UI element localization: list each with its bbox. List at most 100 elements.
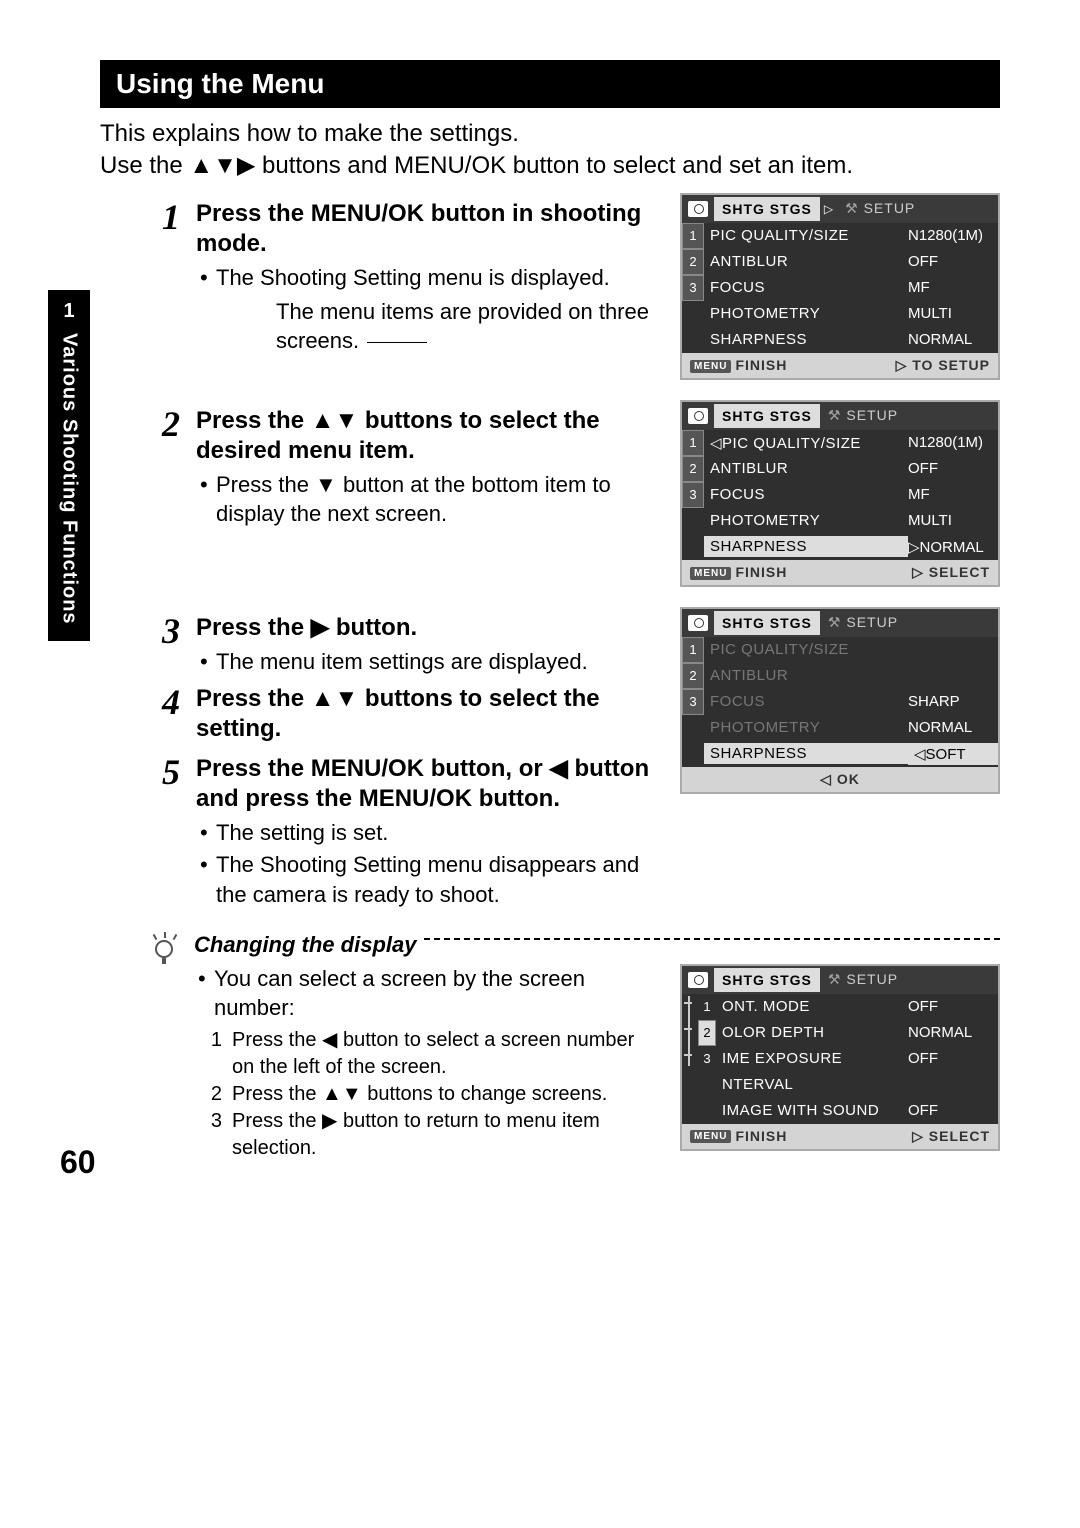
lcd-row-label: SHARPNESS [704,743,908,764]
lcd-row-value: MF [908,279,998,296]
lcd-menu-row: 1PIC QUALITY/SIZEN1280(1M) [682,223,998,249]
step-3-bullet: The menu item settings are displayed. [196,647,660,677]
lcd-row-index: 1 [682,637,704,663]
chapter-label: Various Shooting Functions [58,333,81,625]
lcd-menu-row: 3FOCUS [682,689,908,715]
up-down-icon: ▲▼ [311,407,359,434]
lcd-menu-row: SHARPNESSNORMAL [682,327,998,353]
tip-bullet: You can select a screen by the screen nu… [194,964,660,1023]
lcd-row-value: OFF [908,253,998,270]
lcd-tab-setup: ⚒ SETUP [837,196,923,221]
lcd-row-value: ▷NORMAL [908,538,998,556]
lcd-row-index [682,508,704,534]
lcd-row-value: MULTI [908,512,998,529]
tip-sub-1: 1Press the ◀ button to select a screen n… [194,1027,660,1081]
screen-number-bracket [682,994,696,1068]
lcd-tab-setup: ⚒ SETUP [820,967,906,992]
lcd-menu-row: 2ANTIBLUR [682,663,908,689]
step-4: 4 Press the ▲▼ buttons to select the set… [150,684,660,748]
lcd-menu-row: IME EXPOSUREOFF [716,1046,998,1072]
lcd-row-label: PHOTOMETRY [704,512,908,529]
intro-text: This explains how to make the settings. … [100,118,1000,183]
lcd-row-value: NORMAL [908,331,998,348]
lcd-row-index: 1 [682,223,704,249]
lcd-row-label: PHOTOMETRY [704,305,908,322]
lcd-row-value: MF [908,486,998,503]
menu-badge: MENU [690,360,731,373]
lcd-row-value: MULTI [908,305,998,322]
lcd-tab-active: SHTG STGS [714,197,820,221]
lcd-row-label: IME EXPOSURE [716,1050,908,1067]
lcd-select: ▷ SELECT [912,1128,990,1145]
lcd-menu-row: OLOR DEPTHNORMAL [716,1020,998,1046]
lcd-option-value: SHARP [908,693,998,710]
lcd-menu-row: NTERVAL [716,1072,998,1098]
lcd-tab-setup: ⚒ SETUP [820,403,906,428]
lcd-row-index: 3 [682,689,704,715]
menu-badge: MENU [690,567,731,580]
lcd-menu-row: PHOTOMETRY [682,715,908,741]
lcd-option-value: ◁SOFT [908,743,998,765]
lcd-row-index: 3 [682,482,704,508]
step-5-bullet-1: The setting is set. [196,818,660,848]
lcd-screen-number: 2 [698,1020,716,1046]
tip-sub-3: 3Press the ▶ button to return to menu it… [194,1108,660,1162]
step-4-title: Press the ▲▼ buttons to select the setti… [196,684,660,744]
chapter-side-tab: 1 Various Shooting Functions [48,290,90,641]
step-1-bullet: The Shooting Setting menu is displayed. [196,263,660,293]
lcd-menu-row: ONT. MODEOFF [716,994,998,1020]
lcd-screenshot-1: SHTG STGS ▷ ⚒ SETUP 1PIC QUALITY/SIZEN12… [680,193,1000,380]
step-5-title: Press the MENU/OK button, or ◀ button an… [196,754,660,814]
step-1: 1 Press the MENU/OK button in shooting m… [150,199,660,356]
lcd-footer: MENUFINISH ▷ SELECT [682,1124,998,1149]
lcd-row-index [682,301,704,327]
lcd-row-label: SHARPNESS [704,536,908,557]
lcd-row-index [682,327,704,353]
lcd-menu-row: IMAGE WITH SOUNDOFF [716,1098,998,1124]
step-2: 2 Press the ▲▼ buttons to select the des… [150,406,660,531]
tip-heading: Changing the display [194,932,1000,958]
lcd-tab-active: SHTG STGS [714,611,820,635]
step-5: 5 Press the MENU/OK button, or ◀ button … [150,754,660,911]
lcd-option-row: SHARP [908,689,998,715]
step-1-caption: The menu items are provided on three scr… [276,298,660,355]
lcd-tab-setup: ⚒ SETUP [820,610,906,635]
lcd-row-index: 1 [682,430,704,456]
step-5-bullet-2: The Shooting Setting menu disappears and… [196,850,660,909]
step-number: 1 [150,199,180,356]
right-icon: ▶ [311,614,329,641]
lcd-row-index: 3 [682,275,704,301]
lcd-row-label: NTERVAL [716,1076,908,1093]
lcd-row-label: FOCUS [704,693,908,710]
lcd-row-label: FOCUS [704,486,908,503]
lcd-menu-row: 1PIC QUALITY/SIZE [682,637,908,663]
lcd-select: ▷ SELECT [912,564,990,581]
camera-icon [688,972,708,988]
lcd-row-label: PIC QUALITY/SIZE [704,227,908,244]
step-number: 5 [150,754,180,911]
lcd-menu-row: 2ANTIBLUROFF [682,249,998,275]
arrow-buttons-icon: ▲▼▶ [189,152,255,179]
up-down-icon: ▲▼ [322,1083,362,1105]
right-icon: ▶ [322,1110,337,1132]
down-icon: ▼ [315,472,337,497]
lcd-row-value: OFF [908,1050,998,1067]
intro-line-2b: buttons and MENU/OK button to select and… [255,152,853,179]
lcd-screen-number: 3 [698,1046,716,1072]
lcd-row-label: ◁PIC QUALITY/SIZE [704,434,908,452]
lcd-row-value: OFF [908,1102,998,1119]
menu-badge: MENU [690,1130,731,1143]
lcd-footer: MENUFINISH ▷ TO SETUP [682,353,998,378]
lcd-tab-active: SHTG STGS [714,404,820,428]
lcd-menu-row: 1◁PIC QUALITY/SIZEN1280(1M) [682,430,998,456]
lcd-row-index [682,741,704,767]
step-number: 4 [150,684,180,748]
lcd-row-label: SHARPNESS [704,331,908,348]
camera-icon [688,615,708,631]
lcd-tabs: SHTG STGS ⚒ SETUP [682,402,998,430]
lcd-tabs: SHTG STGS ⚒ SETUP [682,966,998,994]
lcd-screenshot-4: SHTG STGS ⚒ SETUP 123 ONT. MODEOFFOLOR D… [680,964,1000,1151]
lcd-row-label: FOCUS [704,279,908,296]
lcd-screenshot-3: SHTG STGS ⚒ SETUP 1PIC QUALITY/SIZE2ANTI… [680,607,1000,794]
lcd-footer: MENUFINISH ▷ SELECT [682,560,998,585]
